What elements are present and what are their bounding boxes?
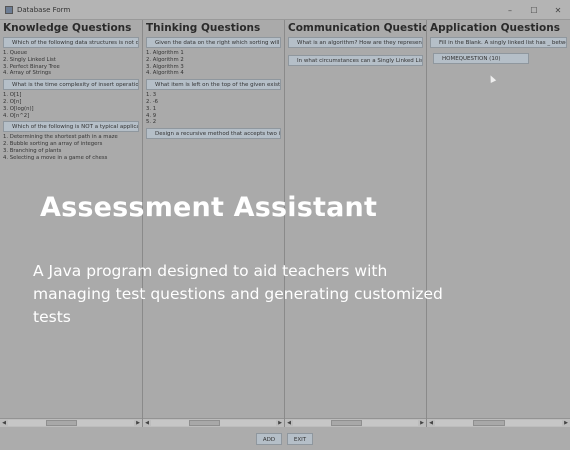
scroll-track[interactable]	[8, 420, 134, 426]
answer-list: 1. Algorithm 1 2. Algorithm 2 3. Algorit…	[143, 49, 284, 78]
scroll-thumb[interactable]	[473, 420, 505, 426]
question-button[interactable]: Design a recursive method that accepts t…	[146, 128, 281, 140]
scroll-right-icon[interactable]: ▶	[418, 420, 426, 426]
window-controls: – ☐ ✕	[498, 0, 570, 20]
minimize-icon[interactable]: –	[498, 0, 522, 20]
answer-item: 2. -6	[146, 98, 159, 105]
scroll-track[interactable]	[293, 420, 418, 426]
answer-item: 1. 3	[146, 92, 157, 99]
close-icon[interactable]: ✕	[546, 0, 570, 20]
answer-item: 1. Queue	[3, 50, 28, 56]
bottom-button-bar: ADD EXIT	[0, 427, 570, 450]
question-button[interactable]: Fill in the Blank. A singly linked list …	[430, 37, 567, 48]
answer-item: 4. Selecting a move in a game of chess	[3, 154, 108, 161]
answer-item: 3. O[log(n)]	[3, 105, 34, 112]
scroll-thumb[interactable]	[45, 420, 78, 426]
knowledge-column: Knowledge Questions Which of the followi…	[0, 20, 143, 427]
communication-column: Communication Questions What is an algor…	[285, 20, 427, 427]
horizontal-scrollbar[interactable]: ◀ ▶	[285, 418, 426, 427]
window-title-bar: Database Form – ☐ ✕	[0, 0, 570, 20]
scroll-left-icon[interactable]: ◀	[143, 420, 151, 426]
question-button[interactable]: Given the data on the right which sortin…	[146, 37, 281, 48]
app-icon	[5, 5, 13, 14]
scroll-right-icon[interactable]: ▶	[134, 420, 142, 426]
scroll-track[interactable]	[435, 420, 562, 426]
answer-item: 3. Branching of plants	[3, 147, 62, 154]
add-button[interactable]: ADD	[256, 433, 282, 445]
scroll-right-icon[interactable]: ▶	[562, 420, 570, 426]
answer-item: 3. Algorithm 3	[146, 63, 184, 70]
answer-list: 1. Determining the shortest path in a ma…	[0, 133, 142, 162]
question-button[interactable]: HOMEQUESTION (10)	[433, 53, 529, 64]
question-button[interactable]: Which of the following data structures i…	[3, 37, 139, 48]
answer-item: 5. 2	[146, 119, 157, 126]
column-heading: Knowledge Questions	[3, 22, 132, 34]
answer-item: 4. 9	[146, 112, 157, 119]
overlay-description: A Java program designed to aid teachers …	[33, 262, 443, 326]
answer-item: 1. Determining the shortest path in a ma…	[3, 134, 118, 141]
answer-item: 3. 1	[146, 105, 157, 112]
maximize-icon[interactable]: ☐	[522, 0, 546, 20]
scroll-left-icon[interactable]: ◀	[285, 420, 293, 426]
question-button[interactable]: What is the time complexity of insert op…	[3, 79, 139, 91]
question-button[interactable]: What is an algorithm? How are they repre…	[288, 37, 423, 48]
answer-list: 1. Queue 2. Singly Linked List 3. Perfec…	[0, 49, 142, 78]
column-heading: Thinking Questions	[146, 22, 261, 34]
answer-item: 2. O[n]	[3, 98, 22, 105]
scroll-thumb[interactable]	[330, 420, 362, 426]
overlay-title: Assessment Assistant	[40, 192, 378, 223]
question-button[interactable]: Which of the following is NOT a typical …	[3, 121, 139, 133]
answer-item: 2. Bubble sorting an array of integers	[3, 141, 103, 148]
scroll-thumb[interactable]	[188, 420, 220, 426]
scroll-right-icon[interactable]: ▶	[276, 420, 284, 426]
window-title: Database Form	[17, 5, 71, 14]
horizontal-scrollbar[interactable]: ◀ ▶	[427, 418, 570, 427]
answer-item: 2. Singly Linked List	[3, 56, 56, 63]
column-heading: Communication Questions	[288, 22, 426, 34]
column-heading: Application Questions	[430, 22, 560, 34]
exit-button[interactable]: EXIT	[287, 433, 313, 445]
horizontal-scrollbar[interactable]: ◀ ▶	[0, 418, 142, 427]
application-column: Application Questions Fill in the Blank.…	[427, 20, 570, 427]
scroll-left-icon[interactable]: ◀	[0, 420, 8, 426]
answer-item: 3. Perfect Binary Tree	[3, 63, 60, 70]
answer-item: 1. Algorithm 1	[146, 50, 184, 56]
thinking-column: Thinking Questions Given the data on the…	[143, 20, 285, 427]
answer-item: 4. O[n^2]	[3, 112, 30, 119]
answer-list: 1. O[1] 2. O[n] 3. O[log(n)] 4. O[n^2]	[0, 91, 142, 120]
scroll-left-icon[interactable]: ◀	[427, 420, 435, 426]
answer-item: 2. Algorithm 2	[146, 56, 184, 63]
answer-item: 4. Array of Strings	[3, 70, 52, 77]
question-button[interactable]: What item is left on the top of the give…	[146, 79, 281, 91]
horizontal-scrollbar[interactable]: ◀ ▶	[143, 418, 284, 427]
answer-item: 4. Algorithm 4	[146, 70, 184, 77]
answer-item: 1. O[1]	[3, 92, 22, 99]
answer-list: 1. 3 2. -6 3. 1 4. 9 5. 2	[143, 91, 284, 127]
scroll-track[interactable]	[151, 420, 276, 426]
question-button[interactable]: In what circumstances can a Singly Linke…	[288, 55, 423, 66]
